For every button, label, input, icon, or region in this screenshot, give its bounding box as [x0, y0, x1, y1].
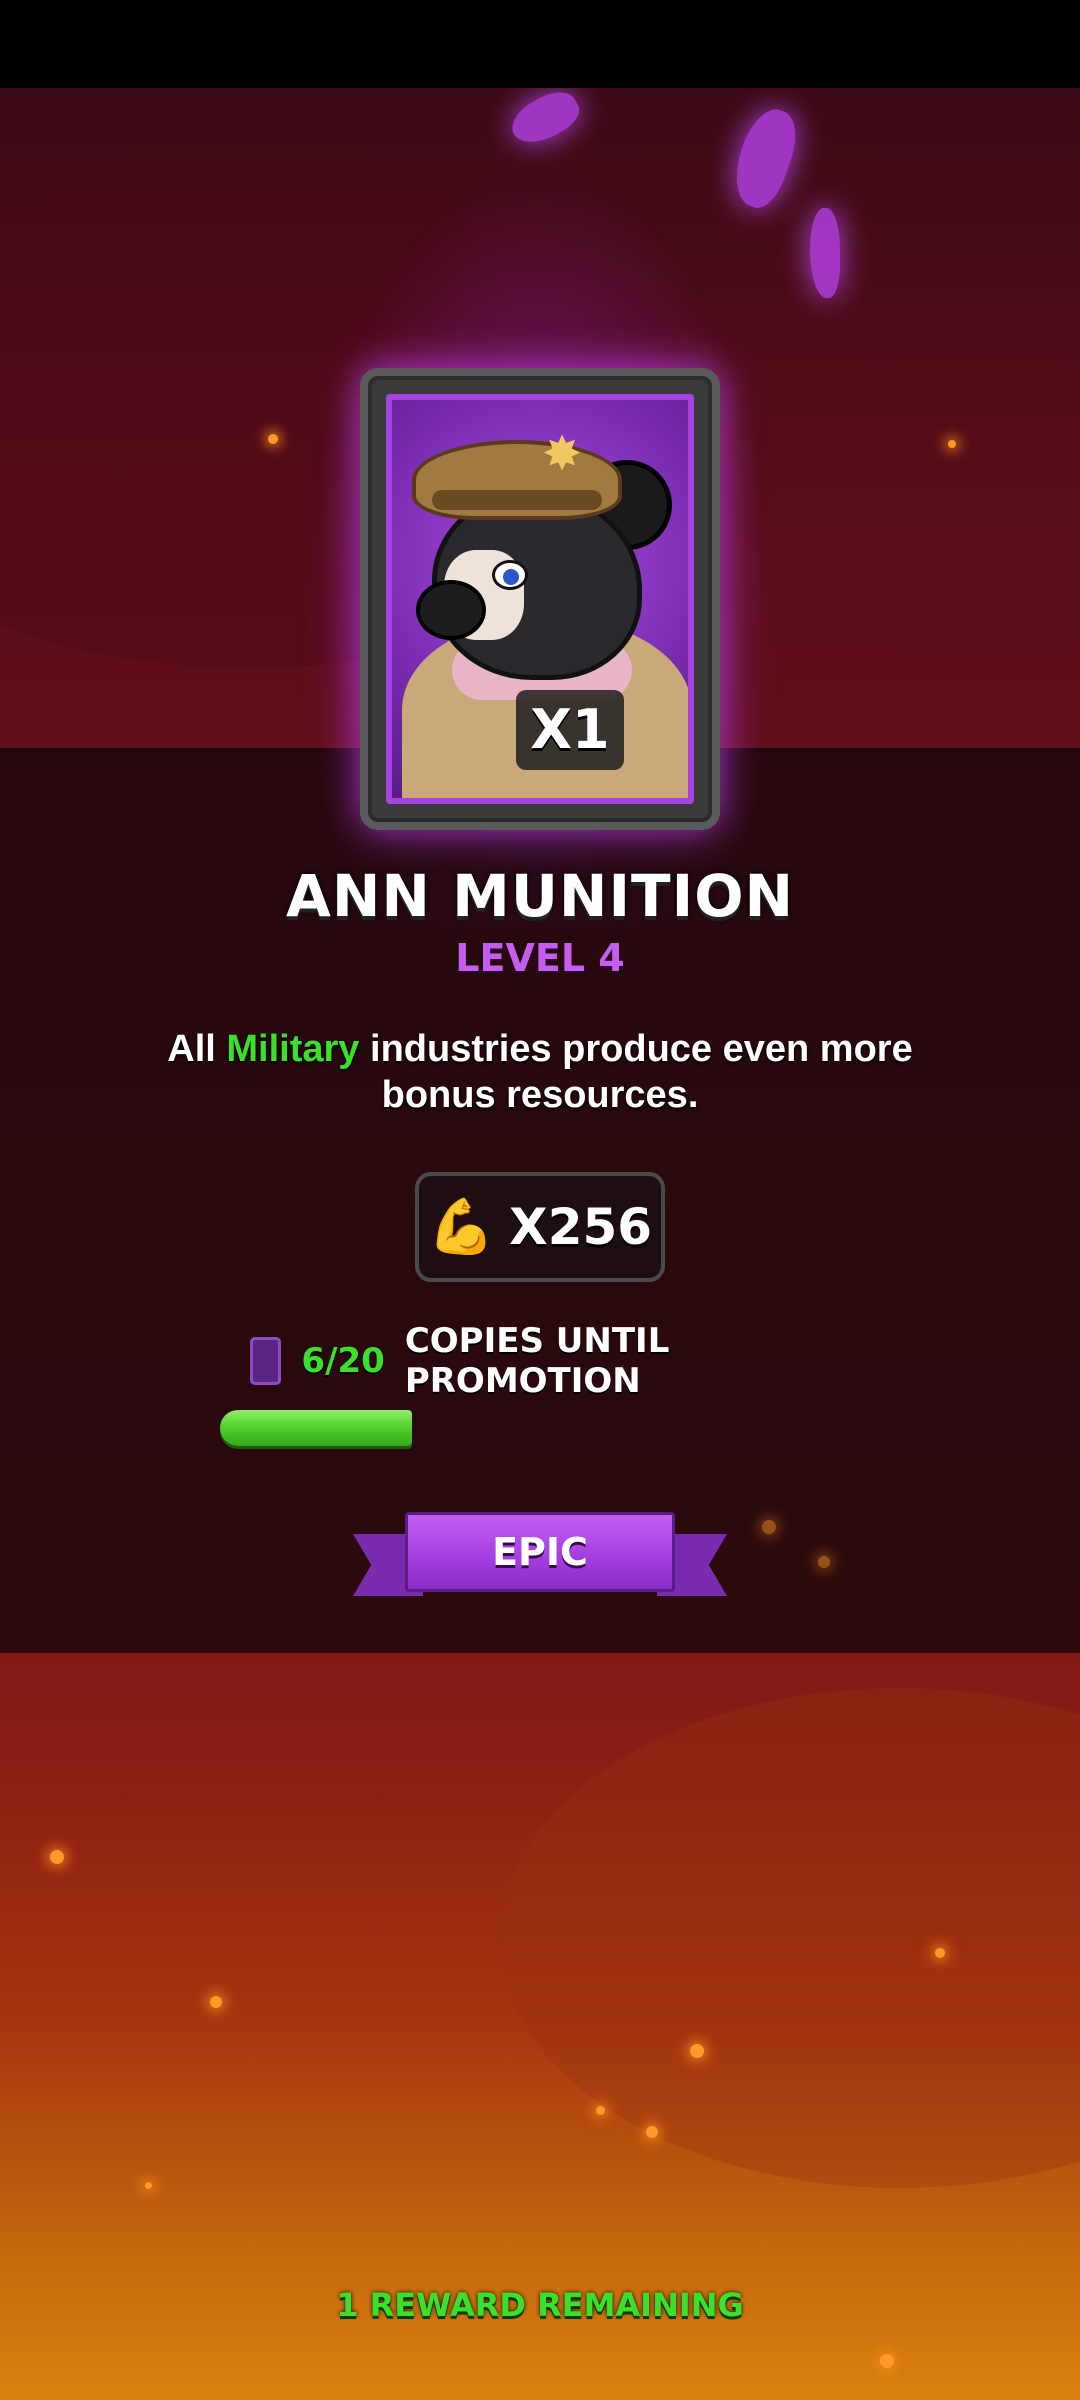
- ember: [762, 1520, 776, 1534]
- card-quantity-badge: X1: [516, 690, 624, 770]
- ember: [690, 2044, 704, 2058]
- card-copy-icon: [250, 1337, 282, 1385]
- ember: [818, 1556, 830, 1568]
- character-hatband: [432, 490, 602, 510]
- sheriff-star-icon: ✸: [542, 426, 583, 482]
- character-snout: [416, 580, 486, 640]
- promotion-progress-bar: [220, 1410, 860, 1446]
- rarity-ribbon: EPIC: [353, 1508, 727, 1618]
- copies-count: 6/20: [301, 1341, 385, 1381]
- ember: [646, 2126, 658, 2138]
- character-card[interactable]: ✸ X1: [360, 368, 720, 830]
- background-swirl: [500, 1688, 1080, 2188]
- ember: [596, 2106, 605, 2115]
- rarity-label: EPIC: [405, 1512, 675, 1592]
- power-multiplier-box: 💪 X256: [415, 1172, 665, 1282]
- character-eye: [492, 560, 528, 590]
- promotion-progress-fill: [220, 1410, 412, 1446]
- ember: [50, 1850, 64, 1864]
- flexed-biceps-icon: 💪: [427, 1195, 496, 1258]
- card-level: LEVEL 4: [455, 936, 625, 980]
- promotion-row: 6/20 COPIES UNTIL PROMOTION: [250, 1321, 870, 1401]
- ember: [210, 1996, 222, 2008]
- card-name: ANN MUNITION: [285, 862, 795, 930]
- copies-label: COPIES UNTIL PROMOTION: [404, 1321, 670, 1401]
- rewards-remaining: 1 REWARD REMAINING: [336, 2286, 744, 2324]
- ember: [948, 440, 956, 448]
- flame-decoration: [810, 208, 840, 298]
- ember: [935, 1948, 945, 1958]
- ember: [145, 2182, 152, 2189]
- flame-decoration: [504, 88, 586, 153]
- power-multiplier-value: X256: [509, 1198, 653, 1256]
- ember: [880, 2354, 894, 2368]
- status-bar: [0, 0, 1080, 88]
- description-highlight: Military: [226, 1028, 360, 1070]
- card-portrait: ✸ X1: [386, 394, 694, 804]
- card-description: All Military industries produce even mor…: [167, 1028, 913, 1116]
- ember: [268, 434, 278, 444]
